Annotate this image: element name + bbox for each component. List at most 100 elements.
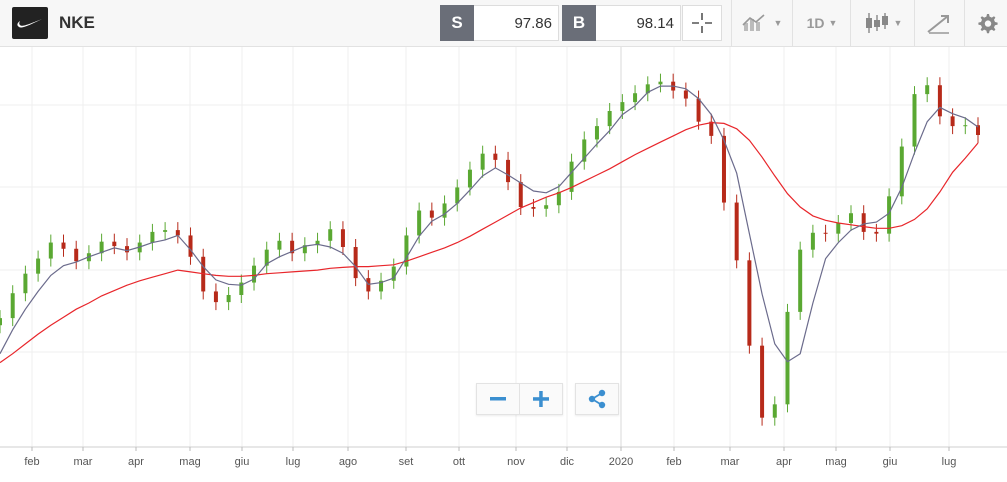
candle-body xyxy=(861,213,866,232)
chart-type-button[interactable]: ▼ xyxy=(858,5,908,41)
candle xyxy=(810,224,815,258)
candle-body xyxy=(48,242,53,259)
candle xyxy=(61,234,66,257)
candle-body xyxy=(823,232,828,234)
candle xyxy=(379,272,384,300)
x-tick-label: nov xyxy=(507,456,525,468)
zoom-out-button[interactable] xyxy=(477,384,520,414)
divider xyxy=(731,0,732,46)
candle xyxy=(239,274,244,303)
x-tick-label: 2020 xyxy=(609,456,633,468)
candle xyxy=(899,138,904,205)
candle-body xyxy=(798,249,803,312)
gear-icon xyxy=(978,14,998,34)
candle-body xyxy=(963,125,968,127)
candle-body xyxy=(175,230,180,236)
candle-body xyxy=(328,229,333,241)
candle-body xyxy=(340,229,345,247)
timeframe-label: 1D xyxy=(806,15,825,31)
divider xyxy=(914,0,915,46)
x-tick-label: mag xyxy=(825,456,846,468)
candle-body xyxy=(772,404,777,418)
sell-price[interactable]: 97.86 xyxy=(474,5,559,41)
sell-quote[interactable]: S 97.86 xyxy=(440,5,559,41)
candle xyxy=(213,283,218,311)
candle xyxy=(442,195,447,226)
candle-body xyxy=(150,231,155,243)
x-tick-label: mag xyxy=(179,456,200,468)
candle-body xyxy=(912,94,917,147)
share-icon xyxy=(588,389,606,409)
candle xyxy=(848,205,853,231)
candle xyxy=(506,151,511,191)
candle-body xyxy=(23,273,28,294)
x-tick-label: set xyxy=(399,456,414,468)
x-tick-label: lug xyxy=(286,456,301,468)
chevron-down-icon: ▼ xyxy=(893,18,903,28)
indicators-button[interactable]: ▼ xyxy=(738,5,786,41)
candle-body xyxy=(658,81,663,85)
candle xyxy=(264,241,269,274)
toolbar: NKE S 97.86 B 98.14 ▼ 1D ▼ ▼ xyxy=(0,0,1007,47)
candle xyxy=(125,238,130,261)
buy-label[interactable]: B xyxy=(562,5,596,41)
candle xyxy=(10,285,15,327)
candle xyxy=(493,145,498,168)
candle-body xyxy=(531,207,536,209)
candle-body xyxy=(544,205,549,209)
candle-body xyxy=(696,98,701,122)
candle xyxy=(683,82,688,107)
candle-body xyxy=(417,210,422,236)
candle xyxy=(658,73,663,93)
timeframe-dropdown[interactable]: 1D ▼ xyxy=(798,5,846,41)
candle xyxy=(950,108,955,135)
candle xyxy=(785,303,790,413)
candle-body xyxy=(899,146,904,197)
candle xyxy=(48,234,53,267)
crosshair-button[interactable] xyxy=(682,5,722,41)
candle-body xyxy=(213,291,218,303)
buy-quote[interactable]: B 98.14 xyxy=(562,5,681,41)
zoom-in-button[interactable] xyxy=(520,384,562,414)
x-tick-label: feb xyxy=(24,456,39,468)
candle-body xyxy=(74,248,79,262)
draw-tools-button[interactable] xyxy=(920,5,956,41)
candle xyxy=(290,232,295,262)
candle-body xyxy=(594,126,599,140)
candle-body xyxy=(10,293,15,319)
candle xyxy=(353,239,358,287)
candle-body xyxy=(633,93,638,103)
buy-price[interactable]: 98.14 xyxy=(596,5,681,41)
candle-body xyxy=(0,318,2,326)
candle xyxy=(798,241,803,320)
candle-body xyxy=(950,116,955,127)
candle-body xyxy=(493,153,498,160)
candle-body xyxy=(112,241,117,247)
share-button[interactable] xyxy=(576,384,618,414)
candle-body xyxy=(353,247,358,279)
candle xyxy=(226,287,231,311)
candle-body xyxy=(277,240,282,250)
candle xyxy=(912,86,917,155)
chevron-down-icon: ▼ xyxy=(828,18,838,28)
divider xyxy=(850,0,851,46)
x-tick-label: ago xyxy=(339,456,357,468)
candle-body xyxy=(226,295,231,303)
candle-body xyxy=(848,213,853,223)
candle-body xyxy=(163,230,168,232)
x-tick-label: apr xyxy=(776,456,792,468)
candle-body xyxy=(620,102,625,111)
candle xyxy=(277,232,282,258)
candle-body xyxy=(61,242,66,249)
candle xyxy=(556,183,561,214)
sell-label[interactable]: S xyxy=(440,5,474,41)
candle xyxy=(836,215,841,242)
settings-button[interactable] xyxy=(970,5,1004,41)
candle xyxy=(747,252,752,354)
x-tick-label: lug xyxy=(942,456,957,468)
indicators-icon xyxy=(741,14,765,31)
candle xyxy=(569,153,574,200)
candle-body xyxy=(607,111,612,127)
candle xyxy=(645,76,650,102)
candle xyxy=(302,237,307,262)
